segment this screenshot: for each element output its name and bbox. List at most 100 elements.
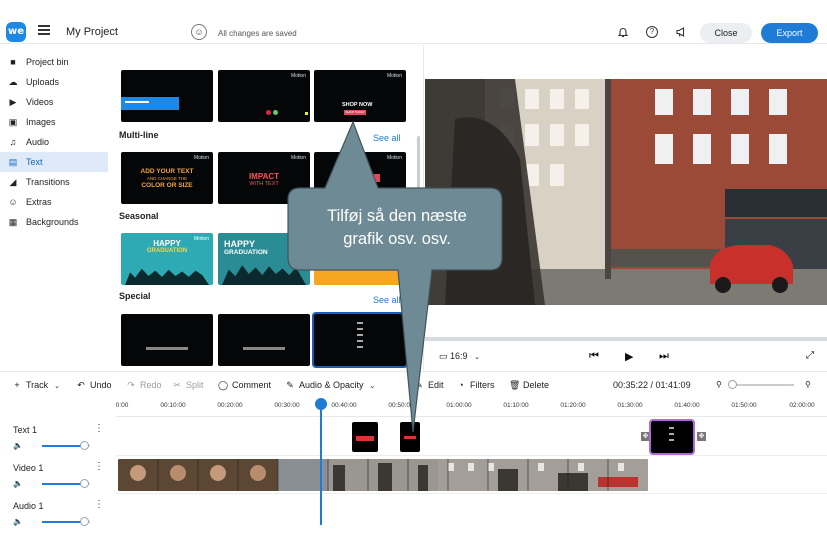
sidebar-item-uploads[interactable]: ☁ Uploads <box>0 72 108 92</box>
callout-line-2: grafik osv. osv. <box>343 230 451 248</box>
track-name[interactable]: Text 1 <box>13 425 37 435</box>
clip-trim-handle-left[interactable]: ✥ <box>641 432 650 441</box>
track-header-video-1: Video 1 ⋮ 🔈 <box>0 456 110 494</box>
text-template-thumbnail[interactable]: Motion SHOP NOW SHOP TODAY <box>314 70 406 122</box>
see-all-link[interactable]: See all <box>373 295 401 305</box>
zoom-slider-handle[interactable] <box>728 380 737 389</box>
text-clip-selected[interactable] <box>649 419 695 455</box>
sidebar-item-label: Extras <box>26 197 52 207</box>
text-template-thumbnail-selected[interactable] <box>312 312 408 368</box>
preview-progress-bar[interactable] <box>425 337 827 341</box>
trash-icon: 🗑 <box>509 380 521 390</box>
undo-button[interactable]: ↶ Undo <box>76 380 112 391</box>
text-template-thumbnail[interactable]: Motion IMPACT WITH TEXT <box>218 152 310 204</box>
track-name[interactable]: Video 1 <box>13 463 43 473</box>
play-icon[interactable]: ▶ <box>625 350 633 363</box>
fullscreen-icon[interactable]: ⤢ <box>806 350 814 361</box>
bell-icon[interactable] <box>617 26 629 38</box>
video-track-lane[interactable] <box>116 456 827 494</box>
thumbnail-text: COLOR OR SIZE <box>141 182 193 189</box>
zoom-slider[interactable] <box>732 384 794 386</box>
text-template-thumbnail[interactable] <box>121 314 213 366</box>
text-template-thumbnail[interactable] <box>121 70 213 122</box>
video-preview-frame[interactable] <box>425 79 827 305</box>
text-template-thumbnail[interactable] <box>218 314 310 366</box>
volume-icon[interactable]: 🔈 <box>13 517 23 526</box>
text-template-thumbnail[interactable]: Motion <box>314 152 406 204</box>
split-button[interactable]: ✂ Split <box>172 380 203 391</box>
sidebar-item-label: Backgrounds <box>26 217 79 227</box>
text-clip[interactable] <box>400 422 420 452</box>
text-template-thumbnail[interactable]: Motion <box>218 70 310 122</box>
audio-opacity-button[interactable]: ✎ Audio & Opacity ⌄ <box>285 380 375 391</box>
video-clip[interactable] <box>118 459 648 491</box>
thumbnail-text: HAPPY <box>153 239 181 248</box>
skip-back-icon[interactable]: ⏮ <box>589 350 599 363</box>
project-title[interactable]: My Project <box>66 26 118 38</box>
callout-text: Tilføj så den næste grafik osv. osv. <box>292 205 502 251</box>
kebab-menu-icon[interactable]: ⋮ <box>94 499 104 510</box>
scissors-icon: ✂ <box>173 380 181 390</box>
logo[interactable]: we <box>6 22 26 42</box>
sidebar-item-label: Images <box>26 117 56 127</box>
text-template-thumbnail[interactable]: Motion ADD YOUR TEXT AND CHANGE THE COLO… <box>121 152 213 204</box>
help-icon[interactable]: ? <box>646 26 658 38</box>
ruler-tick-label: 02:00:00 <box>789 402 815 409</box>
kebab-menu-icon[interactable]: ⋮ <box>94 461 104 472</box>
zoom-out-icon[interactable]: ⚲ <box>716 380 722 389</box>
see-all-link[interactable]: See all <box>373 133 401 143</box>
volume-icon[interactable]: 🔈 <box>13 479 23 488</box>
delete-button[interactable]: 🗑 Delete <box>509 380 549 391</box>
sidebar-item-text[interactable]: ▤ Text <box>0 152 108 172</box>
audio-track-lane[interactable] <box>116 494 827 532</box>
kebab-menu-icon[interactable]: ⋮ <box>94 423 104 434</box>
aspect-ratio-selector[interactable]: ▭ 16:9 ⌄ <box>439 351 480 362</box>
pencil-icon: ✎ <box>286 380 294 390</box>
close-button[interactable]: Close <box>700 23 752 43</box>
edit-button[interactable]: ✎ Edit <box>414 380 443 391</box>
text-track-lane[interactable]: ✥ ✥ <box>116 418 827 456</box>
volume-slider-handle[interactable] <box>80 517 89 526</box>
sidebar-item-extras[interactable]: ☺ Extras <box>0 192 108 212</box>
timeline-ruler[interactable]: 0:00 00:10:00 00:20:00 00:30:00 00:40:00… <box>116 397 827 417</box>
clip-trim-handle-right[interactable]: ✥ <box>697 432 706 441</box>
sidebar-item-audio[interactable]: ♫ Audio <box>0 132 108 152</box>
text-template-thumbnail[interactable]: Motion HAPPY GRADUATION <box>121 233 213 285</box>
filters-button[interactable]: ◔ Filters <box>456 380 494 390</box>
track-header-audio-1: Audio 1 ⋮ 🔈 <box>0 494 110 532</box>
comment-label: Comment <box>232 380 272 390</box>
export-button[interactable]: Export <box>761 23 818 43</box>
video-filmstrip-image <box>118 459 648 491</box>
skip-forward-icon[interactable]: ⏭ <box>659 350 669 363</box>
volume-slider-handle[interactable] <box>80 479 89 488</box>
sidebar-item-label: Videos <box>26 97 54 107</box>
volume-slider-handle[interactable] <box>80 441 89 450</box>
thumbnail-text: IMPACT <box>248 172 280 181</box>
playhead-line[interactable] <box>320 405 322 525</box>
comment-button[interactable]: ◯ Comment <box>218 380 271 391</box>
aspect-ratio-label: 16:9 <box>450 351 468 361</box>
ruler-tick-label: 01:20:00 <box>560 402 586 409</box>
library-scrollbar[interactable] <box>417 136 420 216</box>
sidebar-item-videos[interactable]: ▶ Videos <box>0 92 108 112</box>
undo-label: Undo <box>90 380 112 390</box>
playhead-handle[interactable] <box>315 398 327 410</box>
add-track-button[interactable]: + Track ⌄ <box>12 380 60 390</box>
sidebar-item-backgrounds[interactable]: ▦ Backgrounds <box>0 212 108 232</box>
redo-button[interactable]: ↷ Redo <box>126 380 161 391</box>
announcement-icon[interactable] <box>675 26 687 38</box>
zoom-in-icon[interactable]: ⚲ <box>805 380 811 389</box>
sidebar-item-images[interactable]: ▣ Images <box>0 112 108 132</box>
ruler-tick-label: 00:30:00 <box>274 402 300 409</box>
track-name[interactable]: Audio 1 <box>13 501 44 511</box>
thumbnail-text: WITH TEXT <box>249 181 279 187</box>
sidebar-item-label: Project bin <box>26 57 69 67</box>
thumbnail-text: 2020 <box>347 263 365 272</box>
sidebar-item-transitions[interactable]: ◢ Transitions <box>0 172 108 192</box>
volume-icon[interactable]: 🔈 <box>13 441 23 450</box>
text-clip[interactable] <box>352 422 378 452</box>
sidebar-item-project-bin[interactable]: ■ Project bin <box>0 52 108 72</box>
bin-icon: ■ <box>10 57 16 67</box>
section-title-seasonal: Seasonal <box>119 211 159 221</box>
hamburger-menu-icon[interactable] <box>38 25 50 35</box>
